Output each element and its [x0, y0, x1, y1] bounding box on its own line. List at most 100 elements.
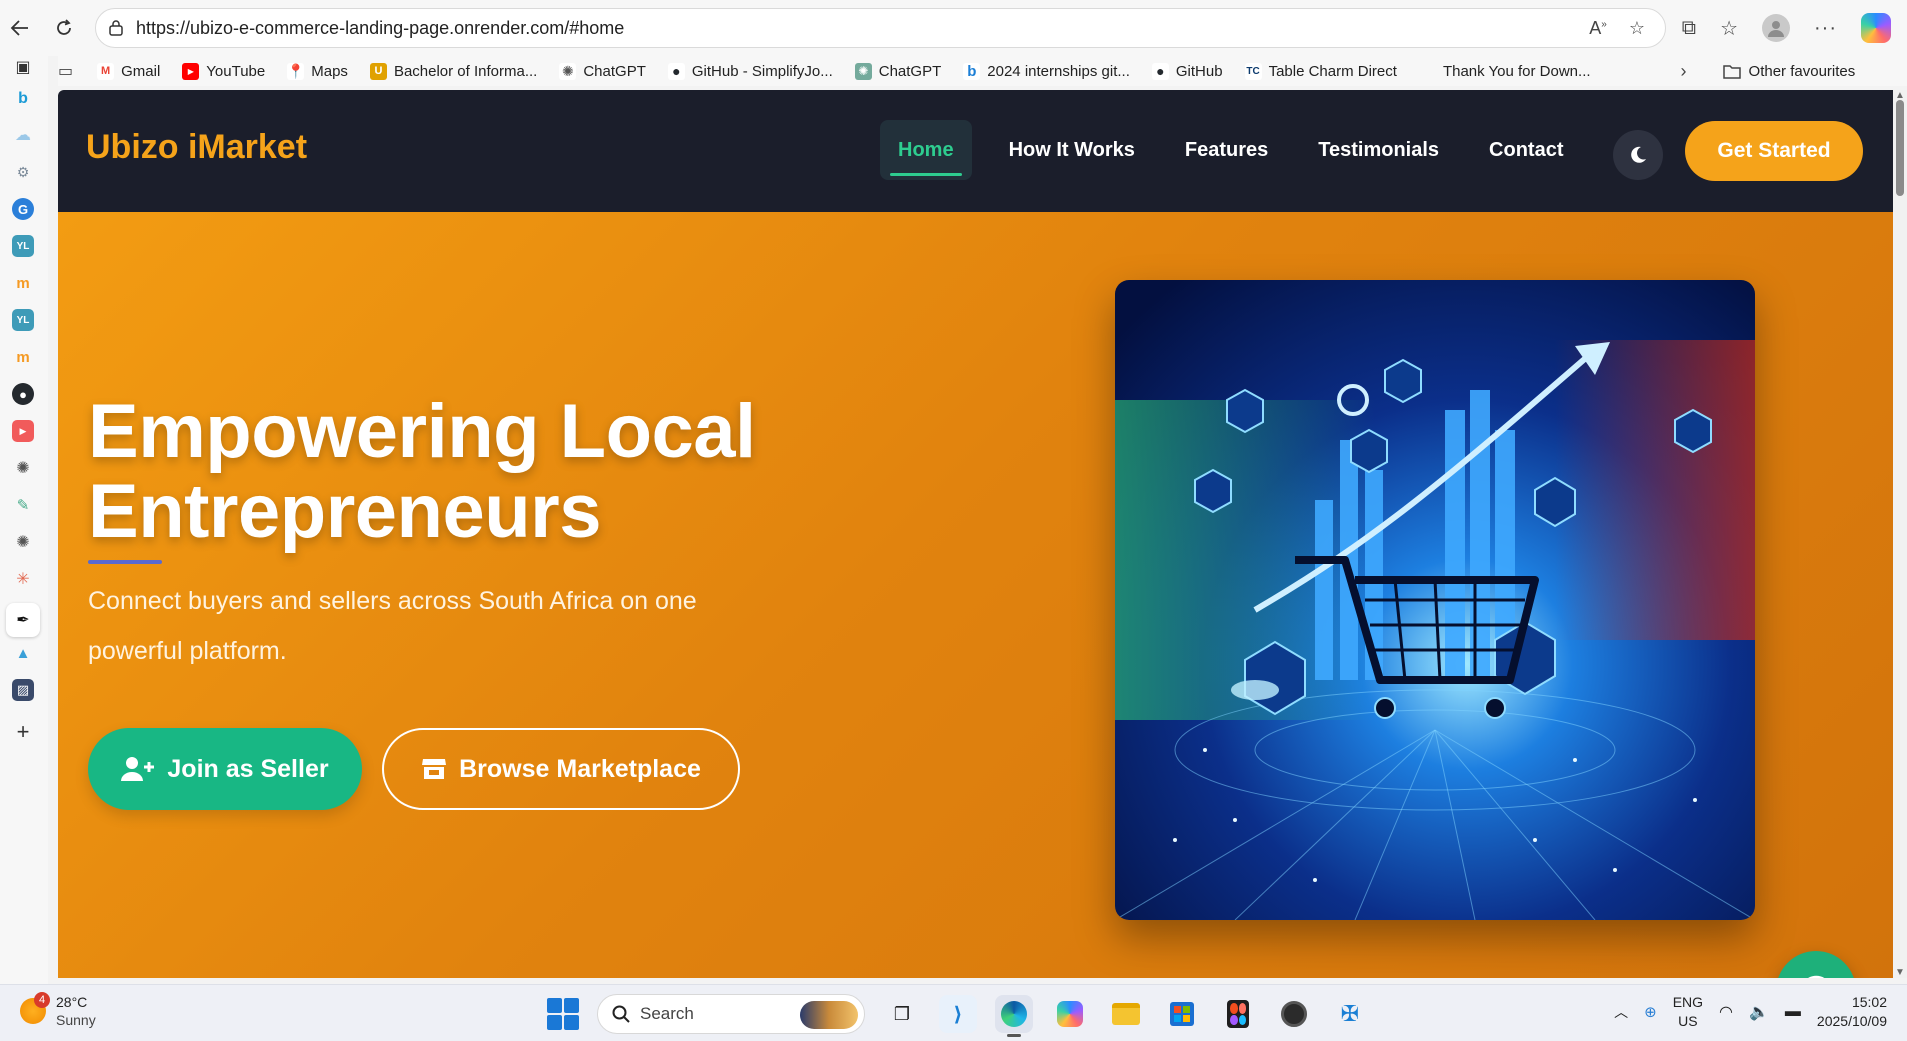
edge-icon[interactable]: [995, 995, 1033, 1037]
browse-marketplace-button[interactable]: Browse Marketplace: [382, 728, 740, 810]
github-icon: ●: [667, 62, 685, 80]
store-icon: [422, 759, 447, 779]
moodle-icon[interactable]: m: [12, 346, 34, 368]
youtube-icon[interactable]: ▶: [12, 420, 34, 442]
figma-icon[interactable]: [1219, 995, 1257, 1033]
weather-badge: 4: [34, 992, 50, 1008]
favorite-bachelor[interactable]: U Bachelor of Informa...: [369, 62, 537, 80]
hero-title: Empowering Local Entrepreneurs: [88, 389, 756, 554]
app-icon[interactable]: ▲: [12, 642, 34, 664]
main-nav: Home How It Works Features Testimonials …: [880, 120, 1589, 180]
profile-avatar[interactable]: [1762, 14, 1791, 42]
bing-icon[interactable]: b: [12, 88, 34, 110]
table-charm-icon: TC: [1244, 62, 1262, 80]
file-explorer-icon[interactable]: [1107, 995, 1145, 1033]
hero-section: Empowering Local Entrepreneurs Connect b…: [58, 212, 1893, 978]
yl-icon[interactable]: YL: [12, 235, 34, 257]
favorite-github-simplify[interactable]: ● GitHub - SimplifyJo...: [667, 62, 833, 80]
tabs-icon[interactable]: ▣: [12, 56, 34, 78]
favorite-table-charm[interactable]: TC Table Charm Direct: [1244, 62, 1397, 80]
site-info-icon[interactable]: [96, 20, 136, 36]
favorite-chatgpt-2[interactable]: ✺ ChatGPT: [854, 62, 941, 80]
add-icon[interactable]: +: [12, 719, 34, 744]
clock[interactable]: 15:02 2025/10/09: [1817, 993, 1887, 1031]
input-language[interactable]: ENG US: [1673, 993, 1703, 1031]
network-status-icon[interactable]: ⊕: [1644, 1003, 1657, 1021]
grammarly-icon[interactable]: G: [12, 198, 34, 220]
taskbar-search[interactable]: Search: [597, 994, 865, 1034]
nav-testimonials[interactable]: Testimonials: [1293, 120, 1464, 180]
copilot-app-icon[interactable]: [1051, 995, 1089, 1033]
nav-contact[interactable]: Contact: [1464, 120, 1588, 180]
app-icon[interactable]: ⚙: [12, 161, 34, 183]
browser-sidebar: ▣ b ☁ ⚙ G YL m YL m ● ▶ ✺ ✎ ✺ ✳ ✒ ▲ ▨ +: [0, 56, 48, 984]
read-aloud-icon[interactable]: A»: [1589, 18, 1607, 39]
scrollbar-thumb[interactable]: [1896, 100, 1904, 196]
battery-icon[interactable]: ▬: [1785, 1003, 1801, 1021]
favorites-icon[interactable]: ☆: [1720, 16, 1738, 41]
claude-icon[interactable]: ✳: [12, 568, 34, 590]
favorite-github[interactable]: ● GitHub: [1151, 62, 1223, 80]
vscode-icon[interactable]: ⟩: [939, 995, 977, 1033]
wifi-icon[interactable]: ◠: [1719, 1002, 1733, 1022]
tab-actions-icon[interactable]: ▭: [58, 61, 73, 81]
join-as-seller-button[interactable]: Join as Seller: [88, 728, 362, 810]
app-icon[interactable]: ✠: [1331, 995, 1369, 1033]
volume-icon[interactable]: 🔈: [1749, 1002, 1769, 1022]
site-logo[interactable]: Ubizo iMarket: [86, 128, 307, 167]
temperature: 28°C: [56, 994, 88, 1010]
github-icon[interactable]: ●: [12, 383, 34, 405]
moon-icon: [1631, 146, 1646, 163]
site-header: Ubizo iMarket Home How It Works Features…: [58, 90, 1893, 212]
yl-icon[interactable]: YL: [12, 309, 34, 331]
nav-home[interactable]: Home: [880, 120, 972, 180]
favorite-maps[interactable]: 📍 Maps: [287, 62, 348, 80]
copilot-icon[interactable]: [1861, 13, 1891, 43]
more-menu-icon[interactable]: ···: [1814, 17, 1837, 40]
openai-icon[interactable]: ✺: [12, 531, 34, 553]
favorite-star-icon[interactable]: ☆: [1629, 18, 1645, 39]
theme-toggle-button[interactable]: [1613, 130, 1663, 180]
favorite-thank-you[interactable]: Thank You for Down...: [1419, 63, 1591, 80]
favorite-chatgpt[interactable]: ✺ ChatGPT: [559, 62, 646, 80]
whatsapp-icon: [1808, 975, 1825, 978]
search-icon: [612, 1005, 630, 1023]
show-hidden-icons-chevron-icon[interactable]: ︿: [1614, 1002, 1628, 1022]
moodle-icon[interactable]: m: [12, 272, 34, 294]
maps-icon: 📍: [287, 62, 305, 80]
app-icon[interactable]: ✒: [6, 603, 40, 637]
obs-icon[interactable]: [1275, 995, 1313, 1033]
image-app-icon[interactable]: ▨: [12, 679, 34, 701]
other-favourites[interactable]: Other favourites: [1722, 63, 1855, 80]
weather-widget[interactable]: 4 28°C Sunny: [20, 992, 96, 1029]
weather-condition: Sunny: [56, 1012, 96, 1028]
windows-start-button[interactable]: [547, 998, 579, 1030]
app-icon[interactable]: ✎: [12, 494, 34, 516]
page-scrollbar[interactable]: ▲ ▼: [1893, 90, 1907, 978]
whatsapp-chat-button[interactable]: [1776, 951, 1856, 978]
scroll-down-arrow-icon[interactable]: ▼: [1895, 967, 1905, 978]
github-icon: ●: [1151, 62, 1169, 80]
task-view-icon[interactable]: ❐: [883, 995, 921, 1033]
windows-taskbar: 4 28°C Sunny Search ❐ ⟩ ✠ ︿ ⊕ ENG US ◠ 🔈…: [0, 984, 1907, 1041]
youtube-icon: ▶: [182, 62, 200, 80]
search-placeholder: Search: [640, 1004, 694, 1023]
microsoft-store-icon[interactable]: [1163, 995, 1201, 1033]
join-as-seller-label: Join as Seller: [167, 754, 329, 783]
openai-icon[interactable]: ✺: [12, 457, 34, 479]
time: 15:02: [1851, 994, 1887, 1010]
taskbar-apps: Search ❐ ⟩ ✠: [547, 993, 1369, 1037]
nav-features[interactable]: Features: [1160, 120, 1293, 180]
favorite-youtube[interactable]: ▶ YouTube: [182, 62, 265, 80]
refresh-button[interactable]: [46, 10, 82, 46]
favorites-overflow-chevron-icon[interactable]: ›: [1681, 61, 1687, 82]
address-bar[interactable]: https://ubizo-e-commerce-landing-page.on…: [95, 8, 1666, 48]
get-started-button[interactable]: Get Started: [1685, 121, 1863, 181]
favorite-gmail[interactable]: M Gmail: [97, 62, 160, 80]
cloud-icon[interactable]: ☁: [12, 124, 34, 146]
url-text[interactable]: https://ubizo-e-commerce-landing-page.on…: [136, 18, 1589, 39]
nav-how-it-works[interactable]: How It Works: [984, 120, 1160, 180]
back-button[interactable]: [2, 10, 38, 46]
extensions-icon[interactable]: ⧉: [1682, 17, 1696, 40]
favorite-internships[interactable]: b 2024 internships git...: [963, 62, 1130, 80]
